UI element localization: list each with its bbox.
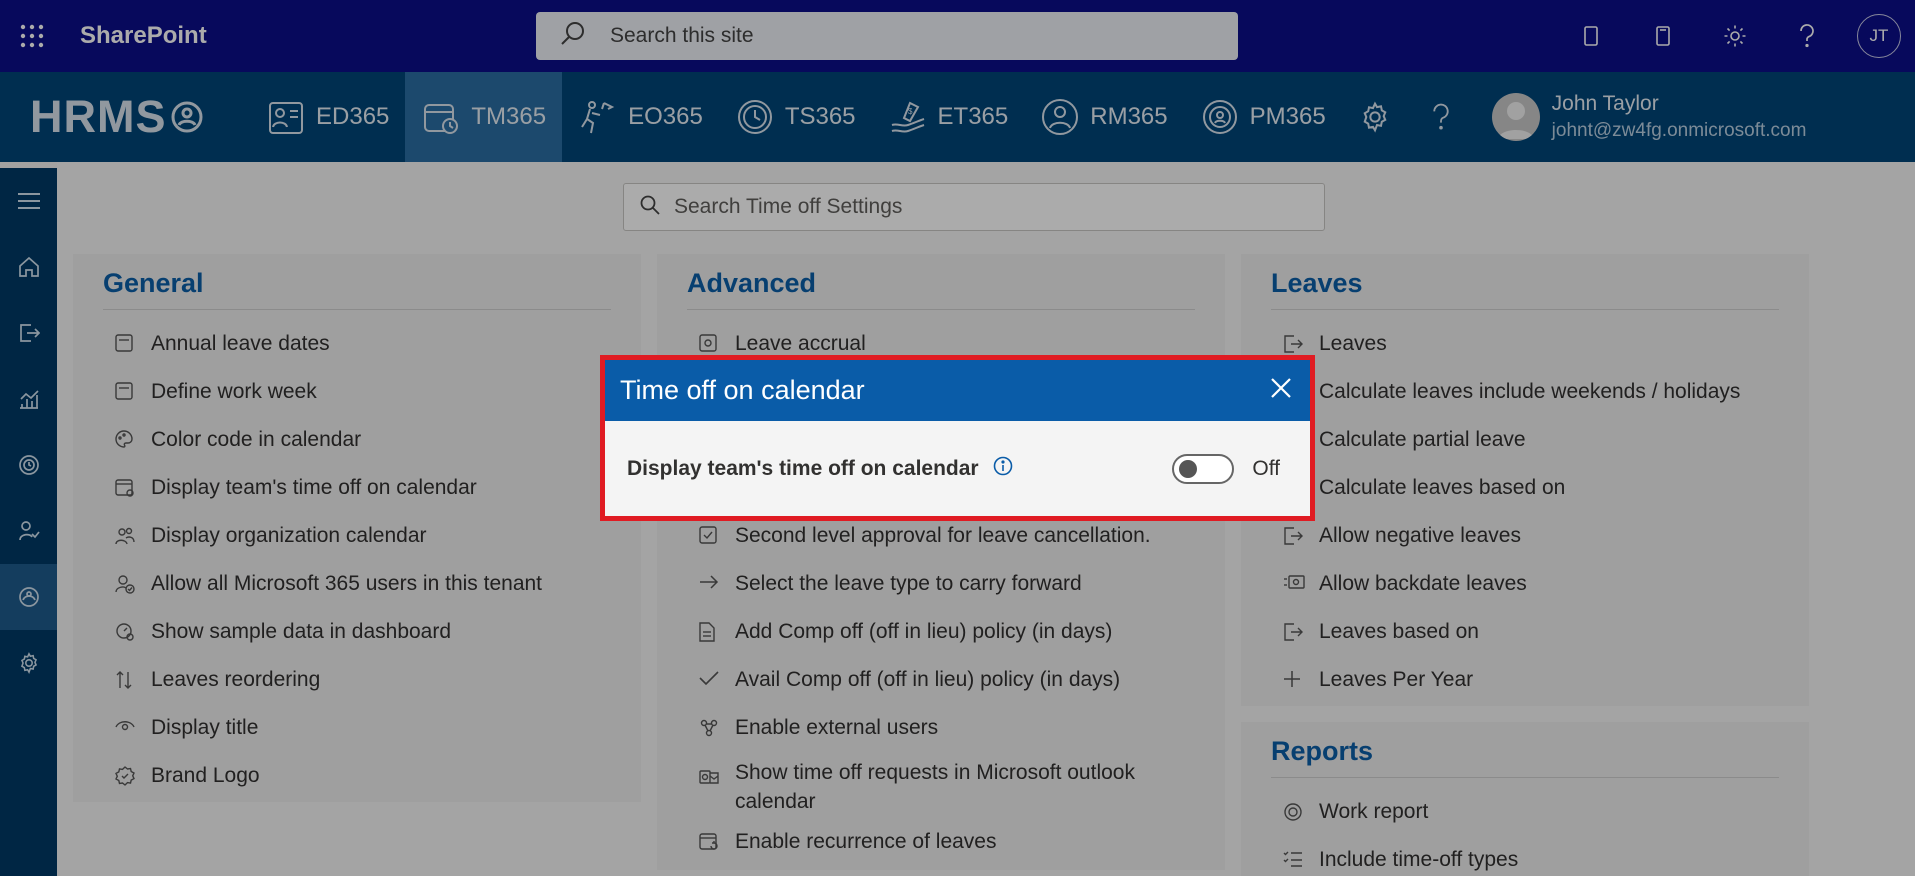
- toggle-knob: [1179, 459, 1198, 478]
- close-icon[interactable]: [1270, 377, 1292, 404]
- dialog-body: Display team's time off on calendar Off: [605, 421, 1310, 516]
- info-icon[interactable]: [993, 456, 1013, 481]
- toggle-state-label: Off: [1252, 456, 1280, 480]
- dialog-header: Time off on calendar: [605, 360, 1310, 421]
- time-off-on-calendar-dialog: Time off on calendar Display team's time…: [600, 355, 1315, 521]
- toggle-setting-label: Display team's time off on calendar: [627, 456, 979, 480]
- dialog-title: Time off on calendar: [620, 375, 865, 405]
- display-team-time-off-toggle[interactable]: [1172, 453, 1235, 484]
